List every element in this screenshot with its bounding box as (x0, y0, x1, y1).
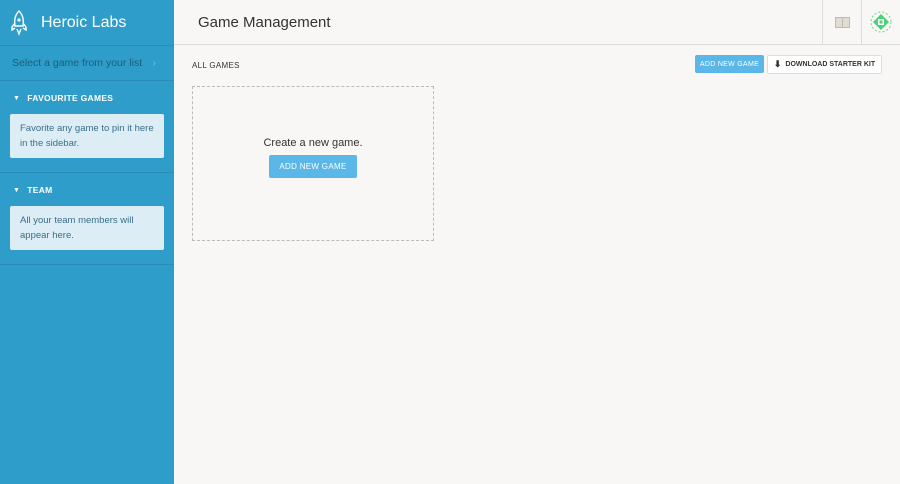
brand[interactable]: Heroic Labs (0, 0, 174, 45)
create-game-button[interactable]: ADD NEW GAME (269, 155, 357, 178)
favourites-toggle[interactable]: ▼ FAVOURITE GAMES (10, 93, 164, 103)
favourites-section: ▼ FAVOURITE GAMES Favorite any game to pi… (0, 81, 174, 173)
book-icon (834, 16, 850, 28)
avatar-icon (870, 11, 892, 33)
game-selector-label: Select a game from your list (12, 57, 143, 69)
all-games-label: ALL GAMES (192, 61, 240, 70)
add-new-game-button[interactable]: ADD NEW GAME (695, 55, 764, 73)
topbar: Game Management (174, 0, 900, 45)
sidebar: Heroic Labs Select a game from your list… (0, 0, 174, 484)
download-icon: ⬇ (773, 59, 782, 69)
game-selector[interactable]: Select a game from your list › (0, 45, 174, 81)
user-avatar[interactable] (861, 0, 900, 45)
caret-down-icon: ▼ (13, 94, 21, 102)
rocket-logo-icon (11, 9, 27, 36)
download-label: DOWNLOAD STARTER KIT (785, 61, 876, 68)
brand-name: Heroic Labs (41, 13, 127, 31)
favourites-title: FAVOURITE GAMES (27, 93, 114, 103)
empty-games-placeholder: Create a new game. ADD NEW GAME (192, 86, 434, 241)
team-section: ▼ TEAM All your team members will appear … (0, 173, 174, 265)
caret-down-icon: ▼ (13, 186, 21, 194)
page-title: Game Management (198, 13, 331, 31)
team-toggle[interactable]: ▼ TEAM (10, 185, 164, 195)
download-starter-kit-button[interactable]: ⬇ DOWNLOAD STARTER KIT (767, 55, 882, 74)
docs-button[interactable] (822, 0, 861, 45)
favourites-empty: Favorite any game to pin it here in the … (10, 114, 164, 158)
empty-text: Create a new game. (263, 137, 363, 149)
team-empty: All your team members will appear here. (10, 206, 164, 250)
team-title: TEAM (27, 185, 53, 195)
chevron-right-icon: › (152, 57, 157, 69)
